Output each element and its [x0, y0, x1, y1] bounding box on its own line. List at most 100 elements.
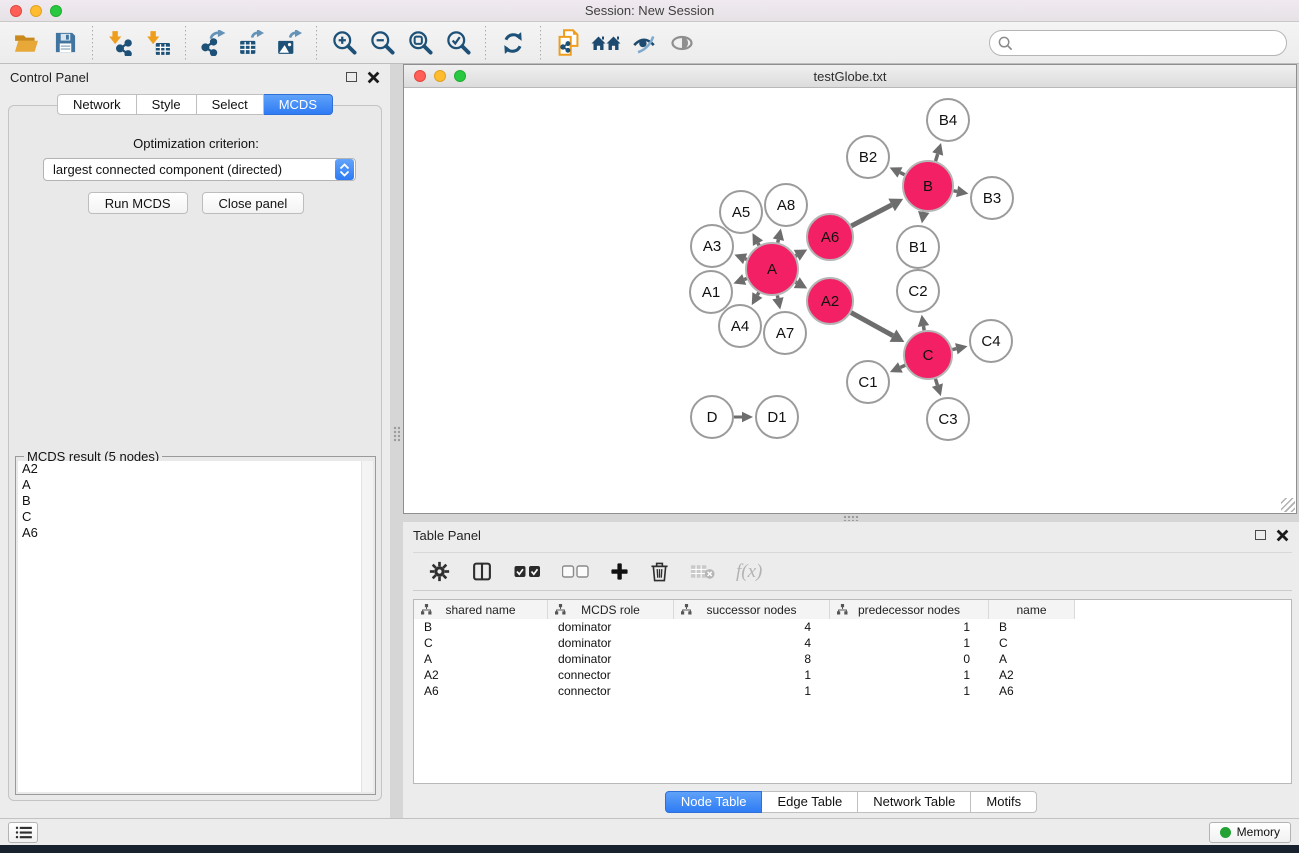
column-header-successor-nodes[interactable]: successor nodes — [674, 600, 830, 619]
node-A8[interactable]: A8 — [765, 184, 807, 226]
node-B1[interactable]: B1 — [897, 226, 939, 268]
task-history-button[interactable] — [8, 822, 38, 843]
split-handle[interactable] — [843, 515, 859, 521]
edge-A-A7[interactable] — [772, 295, 783, 309]
open-session-button[interactable] — [12, 27, 42, 59]
edge-A-A5[interactable] — [752, 233, 763, 246]
tab-network[interactable]: Network — [57, 94, 137, 115]
result-list-scrollbar[interactable] — [361, 461, 373, 792]
edge-B-B1[interactable] — [918, 211, 929, 223]
criterion-select[interactable]: largest connected component (directed) — [43, 158, 356, 181]
node-A1[interactable]: A1 — [690, 271, 732, 313]
node-D[interactable]: D — [691, 396, 733, 438]
function-builder-button[interactable]: f(x) — [736, 556, 762, 588]
close-panel-icon[interactable] — [367, 71, 380, 84]
edge-A-A8[interactable] — [773, 228, 784, 242]
show-columns-button[interactable] — [471, 556, 493, 588]
edge-A6-B[interactable] — [851, 199, 903, 226]
export-image-button[interactable] — [274, 27, 304, 59]
column-header-name[interactable]: name — [989, 600, 1075, 619]
table-row[interactable]: Cdominator41C — [414, 635, 1291, 651]
mcds-result-item[interactable]: A6 — [18, 525, 361, 541]
table-row[interactable]: A2connector11A2 — [414, 667, 1291, 683]
node-D1[interactable]: D1 — [756, 396, 798, 438]
column-header-predecessor-nodes[interactable]: predecessor nodes — [830, 600, 989, 619]
memory-button[interactable]: Memory — [1209, 822, 1291, 843]
edge-D-D1[interactable] — [734, 412, 753, 423]
network-canvas[interactable]: B4B2BB3A5A8A6A3B1AA1C2A2A4A7C4CC1C3DD1 — [404, 88, 1296, 513]
select-all-columns-button[interactable] — [514, 556, 541, 588]
export-table-button[interactable] — [236, 27, 266, 59]
edge-A-A1[interactable] — [733, 274, 746, 285]
window-resize-grip[interactable] — [1281, 498, 1295, 512]
tab-edge-table[interactable]: Edge Table — [762, 791, 858, 813]
delete-column-button[interactable] — [650, 556, 669, 588]
deselect-all-columns-button[interactable] — [562, 556, 589, 588]
tab-style[interactable]: Style — [137, 94, 197, 115]
node-B2[interactable]: B2 — [847, 136, 889, 178]
tab-select[interactable]: Select — [197, 94, 264, 115]
edge-B-B4[interactable] — [932, 143, 943, 161]
edge-A-A4[interactable] — [752, 292, 763, 305]
tab-motifs[interactable]: Motifs — [971, 791, 1037, 813]
edge-C-C4[interactable] — [952, 343, 967, 354]
node-B4[interactable]: B4 — [927, 99, 969, 141]
mcds-result-item[interactable]: A2 — [18, 461, 361, 477]
mcds-result-item[interactable]: A — [18, 477, 361, 493]
zoom-selected-button[interactable] — [443, 27, 473, 59]
tab-node-table[interactable]: Node Table — [665, 791, 763, 813]
edge-C-C3[interactable] — [932, 379, 943, 396]
column-header-MCDS-role[interactable]: MCDS role — [548, 600, 674, 619]
close-panel-button[interactable]: Close panel — [202, 192, 305, 214]
delete-table-button[interactable] — [690, 556, 715, 588]
add-column-button[interactable] — [610, 556, 629, 588]
save-session-button[interactable] — [50, 27, 80, 59]
document-network-button[interactable] — [553, 27, 583, 59]
node-A[interactable]: A — [746, 243, 798, 295]
node-C2[interactable]: C2 — [897, 270, 939, 312]
export-network-button[interactable] — [198, 27, 228, 59]
search-input[interactable] — [989, 30, 1287, 56]
node-A2[interactable]: A2 — [807, 278, 853, 324]
node-C3[interactable]: C3 — [927, 398, 969, 440]
node-A3[interactable]: A3 — [691, 225, 733, 267]
run-mcds-button[interactable]: Run MCDS — [88, 192, 188, 214]
mcds-result-item[interactable]: B — [18, 493, 361, 509]
table-row[interactable]: Adominator80A — [414, 651, 1291, 667]
table-options-gear-button[interactable] — [429, 556, 450, 588]
vertical-split-divider[interactable] — [390, 64, 403, 818]
import-network-button[interactable] — [105, 27, 135, 59]
home-button[interactable] — [591, 27, 621, 59]
mcds-result-item[interactable]: C — [18, 509, 361, 525]
tab-mcds[interactable]: MCDS — [264, 94, 333, 115]
float-panel-icon[interactable] — [1255, 530, 1266, 540]
node-B[interactable]: B — [903, 161, 953, 211]
node-A4[interactable]: A4 — [719, 305, 761, 347]
zoom-fit-button[interactable] — [405, 27, 435, 59]
edge-A-A3[interactable] — [734, 253, 747, 264]
edge-A2-C[interactable] — [851, 313, 904, 342]
import-table-button[interactable] — [143, 27, 173, 59]
node-C1[interactable]: C1 — [847, 361, 889, 403]
node-B3[interactable]: B3 — [971, 177, 1013, 219]
node-A7[interactable]: A7 — [764, 312, 806, 354]
hide-graphics-details-button[interactable] — [629, 27, 659, 59]
table-row[interactable]: A6connector11A6 — [414, 683, 1291, 699]
edge-C-C1[interactable] — [890, 362, 905, 372]
tab-network-table[interactable]: Network Table — [858, 791, 971, 813]
zoom-in-button[interactable] — [329, 27, 359, 59]
table-row[interactable]: Bdominator41B — [414, 619, 1291, 635]
node-A6[interactable]: A6 — [807, 214, 853, 260]
zoom-out-button[interactable] — [367, 27, 397, 59]
column-header-shared-name[interactable]: shared name — [414, 600, 548, 619]
node-C4[interactable]: C4 — [970, 320, 1012, 362]
horizontal-split-divider[interactable] — [403, 514, 1299, 522]
refresh-view-button[interactable] — [498, 27, 528, 59]
close-panel-icon[interactable] — [1276, 529, 1289, 542]
float-panel-icon[interactable] — [346, 72, 357, 82]
node-A5[interactable]: A5 — [720, 191, 762, 233]
edge-B-B2[interactable] — [890, 167, 905, 177]
edge-C-C2[interactable] — [918, 315, 929, 331]
split-handle[interactable] — [393, 426, 400, 442]
edge-B-B3[interactable] — [954, 186, 969, 197]
